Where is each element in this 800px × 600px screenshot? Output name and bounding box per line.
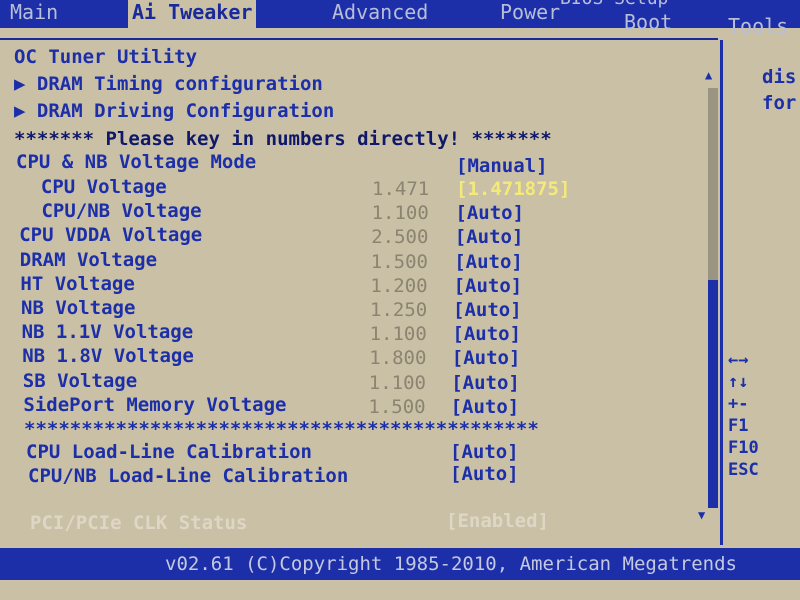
voltage-setting-value[interactable]: [Auto] (454, 251, 523, 273)
voltage-item-label: NB Voltage (21, 297, 136, 319)
voltage-current-value: 1.100 (371, 202, 429, 225)
cpu-llc-value[interactable]: [Auto] (450, 441, 519, 463)
voltage-current-value: 1.471 (372, 178, 430, 200)
tab-tools[interactable]: Tools (728, 14, 788, 38)
pci-clk-status-label: PCI/PCIe CLK Status (30, 512, 248, 534)
footer-bar: v02.61 (C)Copyright 1985-2010, American … (0, 548, 800, 580)
notice-text: ******* Please key in numbers directly! … (14, 128, 552, 150)
help-key: +- (728, 394, 749, 414)
scrollbar-thumb[interactable] (708, 280, 718, 508)
tab-power[interactable]: Power (500, 0, 560, 24)
voltage-current-value: 2.500 (371, 226, 429, 249)
help-line: for (762, 92, 797, 114)
voltage-setting-value[interactable]: [Auto] (454, 275, 523, 297)
voltage-current-value: 1.500 (368, 395, 426, 418)
help-key: F10 (728, 438, 759, 458)
tab-ai-tweaker[interactable]: Ai Tweaker (128, 0, 257, 28)
voltage-item-label: NB 1.8V Voltage (22, 345, 194, 368)
separator: ****************************************… (24, 418, 539, 440)
scroll-down-icon[interactable]: ▼ (698, 508, 705, 522)
voltage-mode-label: CPU & NB Voltage Mode (16, 151, 257, 173)
voltage-item-label: NB 1.1V Voltage (21, 321, 194, 344)
tab-advanced[interactable]: Advanced (332, 0, 428, 24)
dram-timing-submenu[interactable]: ▶ DRAM Timing configuration (14, 73, 323, 95)
voltage-current-value: 1.200 (370, 274, 428, 297)
help-key: ↑↓ (728, 372, 749, 392)
tab-boot[interactable]: Boot (624, 10, 672, 34)
voltage-setting-value[interactable]: [1.471875] (456, 178, 570, 200)
tab-main[interactable]: Main (10, 0, 58, 24)
voltage-mode-value[interactable]: [Manual] (456, 155, 548, 177)
voltage-item-label: HT Voltage (20, 272, 135, 295)
help-line: dis (762, 66, 797, 88)
voltage-item-label: SidePort Memory Voltage (23, 393, 287, 416)
voltage-setting-value[interactable]: [Auto] (452, 323, 521, 345)
voltage-item-label: CPU/NB Voltage (18, 200, 202, 223)
copyright-text: v02.61 (C)Copyright 1985-2010, American … (165, 553, 737, 575)
voltage-setting-value[interactable]: [Auto] (453, 299, 522, 321)
voltage-setting-value[interactable]: [Auto] (451, 372, 520, 394)
cpunb-llc-value[interactable]: [Auto] (450, 463, 519, 485)
oc-tuner-utility[interactable]: OC Tuner Utility (14, 46, 197, 68)
voltage-current-value: 1.250 (370, 299, 428, 321)
voltage-setting-value[interactable]: [Auto] (452, 347, 521, 369)
cpu-llc-label: CPU Load-Line Calibration (26, 441, 312, 463)
bios-title: BIOS Setup (560, 0, 668, 9)
help-key: ESC (728, 460, 759, 480)
voltage-current-value: 1.500 (370, 250, 428, 273)
dram-driving-submenu[interactable]: ▶ DRAM Driving Configuration (14, 100, 334, 122)
help-key: ←→ (728, 350, 749, 370)
voltage-item-label: DRAM Voltage (19, 248, 158, 271)
voltage-item-label: CPU Voltage (18, 176, 167, 198)
voltage-current-value: 1.100 (369, 323, 427, 346)
voltage-item-label: CPU VDDA Voltage (19, 224, 203, 247)
help-key: F1 (728, 416, 749, 436)
cpunb-llc-label: CPU/NB Load-Line Calibration (28, 465, 349, 487)
pci-clk-status-value: [Enabled] (446, 510, 549, 532)
voltage-setting-value[interactable]: [Auto] (451, 396, 520, 418)
voltage-current-value: 1.100 (368, 371, 426, 394)
menu-tab-bar: Main Ai Tweaker Advanced Power Boot Tool… (0, 0, 800, 38)
voltage-item-label: SB Voltage (22, 369, 138, 392)
voltage-current-value: 1.800 (369, 347, 427, 370)
voltage-setting-value[interactable]: [Auto] (455, 202, 524, 224)
scroll-up-icon[interactable]: ▲ (705, 68, 712, 82)
voltage-setting-value[interactable]: [Auto] (455, 226, 524, 248)
